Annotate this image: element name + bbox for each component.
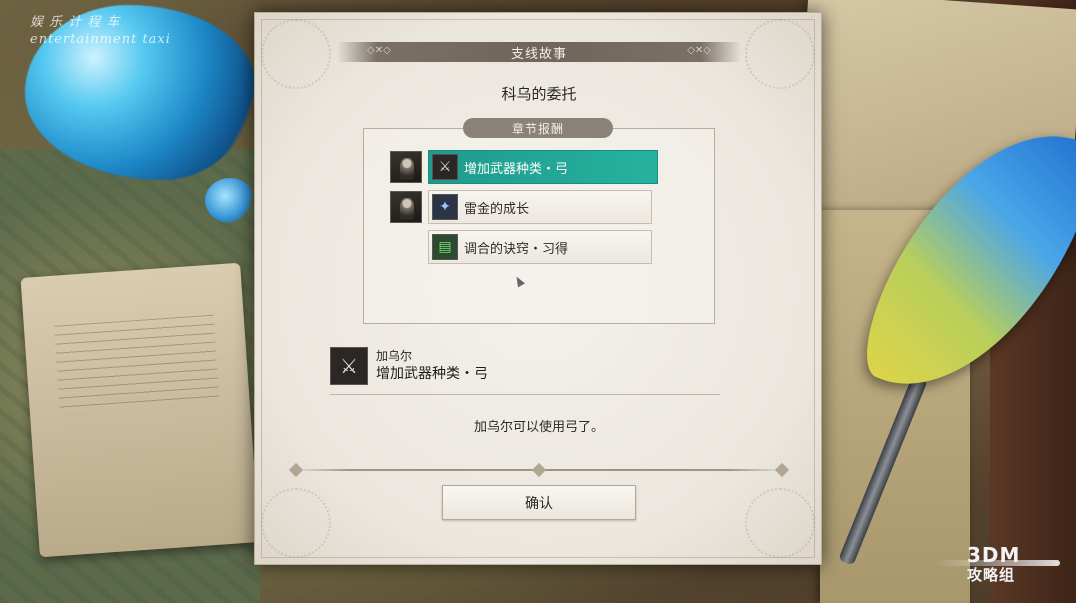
watermark-line2: entertainment taxi bbox=[30, 32, 171, 47]
corner-ornament bbox=[745, 19, 815, 89]
quest-name: 科乌的委托 bbox=[501, 85, 577, 103]
reward-item-blending[interactable]: ▤ 调合的诀窍・习得 bbox=[428, 230, 652, 264]
reward-detail: ⚔ 加乌尔 增加武器种类・弓 bbox=[330, 347, 720, 395]
dialog-title: 支线故事 bbox=[510, 46, 567, 62]
reward-item-label: 雷金的成长 bbox=[464, 201, 530, 217]
weapon-icon: ⚔ bbox=[432, 154, 458, 180]
detail-reward-name: 增加武器种类・弓 bbox=[376, 366, 488, 382]
divider-gem bbox=[774, 462, 790, 478]
reward-item-label: 调合的诀窍・习得 bbox=[464, 241, 569, 257]
dialog-title-bar: ◇✕◇ 支线故事 ◇✕◇ bbox=[337, 42, 741, 62]
watermark-line1: 娱 乐 计 程 车 bbox=[30, 15, 121, 30]
reward-item-growth[interactable]: ✦ 雷金的成长 bbox=[428, 190, 652, 224]
blue-crystal-small bbox=[205, 178, 255, 223]
character-figure bbox=[400, 198, 414, 220]
logo-line2: 攻略组 bbox=[967, 566, 1016, 584]
divider-gem bbox=[531, 462, 547, 478]
corner-ornament bbox=[261, 19, 331, 89]
corner-ornament bbox=[261, 488, 331, 558]
ornament-icon: ◇✕◇ bbox=[367, 45, 391, 56]
reward-header: 章节报酬 bbox=[463, 118, 613, 138]
parchment-scroll bbox=[20, 262, 260, 558]
confirm-button[interactable]: 确认 bbox=[442, 485, 636, 520]
wings-icon: ✦ bbox=[432, 194, 458, 220]
scroll-icon: ▤ bbox=[432, 234, 458, 260]
reward-item-weapon-bow[interactable]: ⚔ 增加武器种类・弓 bbox=[428, 150, 658, 184]
character-figure bbox=[400, 158, 414, 180]
scroll-text-lines bbox=[53, 314, 220, 416]
weapon-icon: ⚔ bbox=[330, 347, 368, 385]
ornament-icon: ◇✕◇ bbox=[687, 45, 711, 56]
reward-description: 加乌尔可以使用弓了。 bbox=[473, 420, 604, 435]
3dm-logo: 3DM 攻略组 bbox=[935, 540, 1065, 590]
reward-item-label: 增加武器种类・弓 bbox=[464, 161, 569, 177]
divider-gem bbox=[288, 462, 304, 478]
character-portrait bbox=[390, 191, 422, 223]
corner-ornament bbox=[745, 488, 815, 558]
character-portrait bbox=[390, 151, 422, 183]
quest-reward-dialog: ◇✕◇ 支线故事 ◇✕◇ 科乌的委托 章节报酬 ⚔ 增加武器种类・弓 ✦ 雷金的… bbox=[254, 12, 822, 565]
divider bbox=[288, 462, 790, 478]
detail-character-name: 加乌尔 bbox=[376, 349, 413, 363]
watermark: 娱 乐 计 程 车 entertainment taxi bbox=[30, 14, 190, 48]
